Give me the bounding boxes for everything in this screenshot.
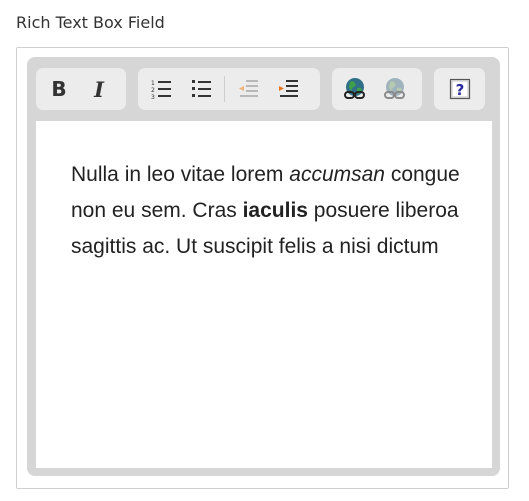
ordered-list-button[interactable]: 1 2 3 — [144, 74, 178, 104]
link-globe-icon — [344, 78, 365, 99]
toolbar-group-help: ? — [434, 68, 485, 110]
insert-link-button[interactable] — [338, 74, 372, 104]
italic-icon: I — [94, 76, 104, 102]
ordered-list-icon: 1 2 3 — [151, 80, 171, 100]
svg-text:3: 3 — [151, 94, 155, 100]
remove-link-button[interactable] — [378, 74, 412, 104]
field-label: Rich Text Box Field — [16, 13, 165, 32]
help-button[interactable]: ? — [443, 74, 477, 104]
unlink-globe-icon — [384, 78, 405, 99]
bold-icon: B — [51, 77, 67, 101]
toolbar-group-lists: 1 2 3 — [138, 68, 320, 110]
content-bold-text: iaculis — [242, 199, 308, 222]
indent-icon — [279, 80, 298, 97]
toolbar-separator — [224, 76, 225, 102]
help-icon: ? — [449, 78, 470, 100]
toolbar-group-format: B I — [36, 68, 126, 110]
italic-button[interactable]: I — [82, 74, 116, 104]
content-text: Nulla in leo vitae lorem — [71, 163, 290, 186]
bold-button[interactable]: B — [42, 74, 76, 104]
unordered-list-icon — [192, 80, 211, 97]
unordered-list-button[interactable] — [184, 74, 218, 104]
indent-button[interactable] — [271, 74, 305, 104]
content-italic-text: accumsan — [289, 163, 385, 186]
svg-text:1: 1 — [151, 80, 155, 87]
outdent-button[interactable] — [231, 74, 265, 104]
help-glyph: ? — [455, 81, 464, 99]
outdent-icon — [239, 80, 258, 97]
svg-text:2: 2 — [151, 87, 155, 94]
editor-content[interactable]: Nulla in leo vitae lorem accumsan congue… — [36, 121, 492, 468]
editor-toolbar: B I 1 2 3 ? — [27, 57, 500, 119]
toolbar-group-links — [332, 68, 422, 110]
editor-frame: B I 1 2 3 ? Nulla in leo vitae lorem acc… — [27, 57, 500, 476]
rich-text-editor: B I 1 2 3 ? Nulla in leo vitae lorem acc… — [16, 47, 509, 489]
